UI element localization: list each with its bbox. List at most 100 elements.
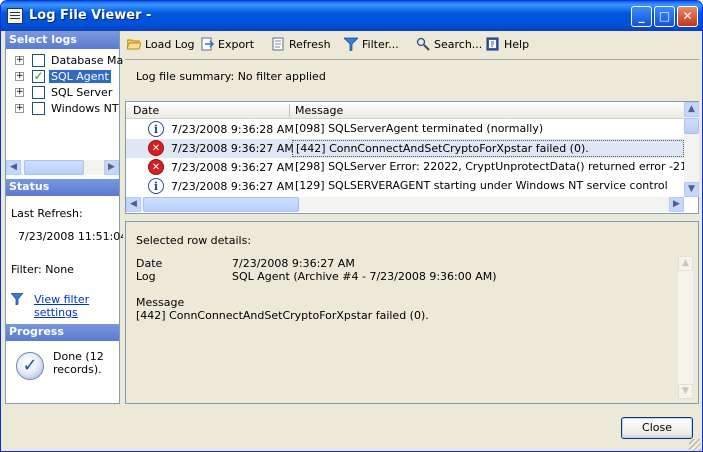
log-row-selected[interactable]: ✕ 7/23/2008 9:36:27 AM [442] ConnConnect… [126, 139, 684, 158]
maximize-button[interactable]: □ [654, 6, 675, 27]
error-icon: ✕ [148, 140, 164, 156]
column-header-message[interactable]: Message [295, 104, 343, 117]
details-log-value: SQL Agent (Archive #4 - 7/23/2008 9:36:0… [232, 270, 497, 283]
column-header-date[interactable]: Date [133, 104, 159, 117]
status-header: Status [6, 179, 119, 196]
export-icon [201, 37, 214, 51]
export-label: Export [218, 38, 255, 51]
tree-item-label: Database Mail [51, 54, 130, 67]
scroll-right-arrow[interactable]: ▶ [104, 160, 119, 175]
grid-header: Date Message [126, 102, 684, 119]
view-filter-link-line2[interactable]: settings [34, 306, 89, 319]
column-separator[interactable] [289, 104, 290, 117]
log-row[interactable]: i 7/23/2008 9:36:28 AM [098] SQLServerAg… [126, 120, 684, 139]
log-row-message: [129] SQLSERVERAGENT starting under Wind… [295, 179, 668, 192]
progress-header: Progress [6, 324, 119, 341]
select-logs-header: Select logs [6, 32, 119, 49]
log-row-message: [298] SQLServer Error: 22022, CryptUnpro… [295, 160, 684, 173]
log-row-message: [442] ConnConnectAndSetCryptoForXpstar f… [292, 140, 684, 157]
expand-icon[interactable]: + [15, 104, 24, 113]
tree-item-windows-nt[interactable]: + Windows NT [15, 101, 119, 117]
load-log-button[interactable]: Load Log [127, 37, 195, 53]
help-label: Help [504, 38, 530, 51]
log-row-message: [098] SQLServerAgent terminated (normall… [295, 122, 544, 135]
scroll-up-arrow[interactable]: ▲ [678, 256, 693, 271]
tree-item-label: SQL Agent [49, 70, 111, 83]
search-button[interactable]: Search... [416, 37, 482, 53]
scroll-down-arrow[interactable]: ▼ [678, 384, 693, 399]
filter-icon [344, 37, 358, 51]
window-title: Log File Viewer - [29, 8, 152, 23]
resize-grip[interactable] [689, 439, 701, 451]
row-details-panel: Selected row details: Date 7/23/2008 9:3… [125, 221, 699, 404]
log-row[interactable]: i 7/23/2008 9:36:27 AM [129] SQLSERVERAG… [126, 177, 684, 196]
expand-icon[interactable]: + [15, 56, 24, 65]
log-row-date: 7/23/2008 9:36:27 AM [171, 161, 294, 174]
details-header: Selected row details: [136, 234, 252, 247]
refresh-button[interactable]: Refresh [271, 37, 331, 53]
details-date-label: Date [136, 257, 163, 270]
log-row-date: 7/23/2008 9:36:27 AM [171, 142, 294, 155]
info-icon: i [148, 121, 164, 137]
checkmark-icon: ✓ [16, 352, 44, 380]
help-button[interactable]: Help [486, 37, 529, 53]
database-mail-checkbox[interactable] [32, 54, 45, 67]
minimize-button[interactable]: _ [631, 6, 652, 27]
toolbar: Load Log Export Refresh Filter... Search… [123, 31, 699, 59]
sql-agent-checkbox[interactable]: ✓ [32, 70, 45, 83]
scroll-right-arrow[interactable]: ▶ [669, 197, 684, 212]
log-file-viewer-window: Log File Viewer - _ □ ✕ Select logs + Da… [0, 0, 703, 452]
scroll-thumb[interactable] [143, 197, 299, 212]
tree-item-label: SQL Server [51, 86, 113, 99]
error-icon: ✕ [148, 159, 164, 175]
view-filter-link-line1[interactable]: View filter [34, 293, 89, 306]
scroll-down-arrow[interactable]: ▼ [684, 182, 699, 197]
title-bar[interactable]: Log File Viewer - _ □ ✕ [1, 1, 702, 31]
scroll-thumb[interactable] [24, 160, 84, 175]
view-filter-settings-link[interactable]: View filter settings [34, 293, 89, 319]
last-refresh-label: Last Refresh: [11, 207, 83, 220]
refresh-icon [272, 37, 284, 51]
filter-button[interactable]: Filter... [344, 37, 399, 53]
log-entries-grid[interactable]: Date Message i 7/23/2008 9:36:28 AM [098… [125, 101, 699, 214]
search-icon [416, 37, 430, 51]
folder-open-icon [127, 39, 141, 50]
scroll-up-arrow[interactable]: ▲ [684, 102, 699, 117]
scroll-left-arrow[interactable]: ◀ [6, 160, 21, 175]
log-viewer-app-icon [7, 8, 23, 24]
right-pane: Load Log Export Refresh Filter... Search… [123, 31, 699, 404]
log-row-date: 7/23/2008 9:36:28 AM [171, 123, 294, 136]
progress-status: Done (12 records). [53, 350, 104, 376]
progress-line1: Done (12 [53, 350, 104, 363]
tree-item-database-mail[interactable]: + Database Mail [15, 53, 129, 69]
details-date-value: 7/23/2008 9:36:27 AM [232, 257, 355, 270]
close-button[interactable]: Close [621, 417, 693, 439]
details-log-label: Log [136, 270, 156, 283]
tree-item-sql-server[interactable]: + SQL Server [15, 85, 119, 101]
export-button[interactable]: Export [200, 37, 254, 53]
details-message-value: [442] ConnConnectAndSetCryptoForXpstar f… [136, 309, 429, 322]
expand-icon[interactable]: + [15, 88, 24, 97]
grid-vertical-scrollbar[interactable]: ▲ ▼ [684, 102, 699, 197]
sql-server-checkbox[interactable] [32, 86, 45, 99]
filter-icon [11, 293, 23, 305]
log-row[interactable]: ✕ 7/23/2008 9:36:27 AM [298] SQLServer E… [126, 158, 684, 177]
logs-horizontal-scrollbar[interactable]: ◀ ▶ [6, 160, 119, 175]
log-summary-text: Log file summary: No filter applied [136, 70, 326, 83]
filter-status: Filter: None [11, 263, 74, 276]
filter-label: Filter... [362, 38, 399, 51]
expand-icon[interactable]: + [15, 72, 24, 81]
scroll-left-arrow[interactable]: ◀ [126, 197, 141, 212]
tree-item-sql-agent[interactable]: + ✓ SQL Agent [15, 69, 119, 85]
windows-nt-checkbox[interactable] [32, 102, 45, 115]
scroll-thumb[interactable] [684, 118, 699, 134]
search-label: Search... [434, 38, 483, 51]
left-pane: Select logs + Database Mail + ✓ SQL Agen… [5, 31, 129, 404]
details-vertical-scrollbar[interactable]: ▲ ▼ [678, 256, 693, 399]
grid-horizontal-scrollbar[interactable]: ◀ ▶ [126, 197, 684, 212]
progress-line2: records). [53, 363, 102, 376]
close-window-button[interactable]: ✕ [677, 6, 698, 27]
load-log-label: Load Log [145, 38, 195, 51]
tree-item-label: Windows NT [51, 102, 119, 115]
last-refresh-value: 7/23/2008 11:51:04 [18, 230, 128, 243]
